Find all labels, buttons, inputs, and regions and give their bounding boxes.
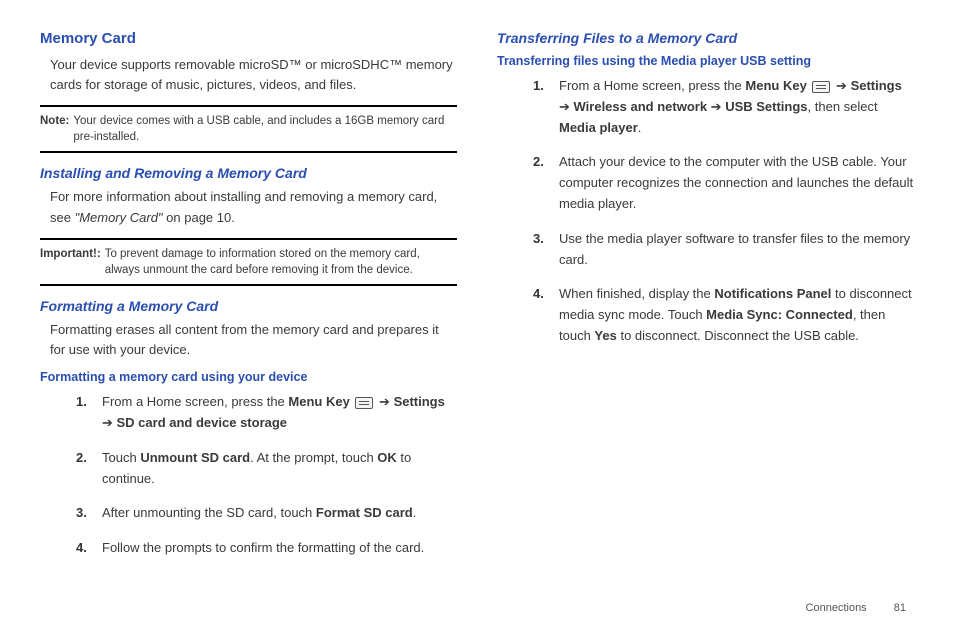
text: Attach your device to the computer with … [559,154,913,211]
important-box: Important!: To prevent damage to informa… [40,238,457,286]
unmount-label: Unmount SD card [140,450,250,465]
page-number: 81 [894,602,906,614]
text: , then select [808,99,878,114]
yes-label: Yes [594,328,616,343]
ok-label: OK [377,450,397,465]
text: . [638,120,642,135]
text: Touch [102,450,140,465]
text: Use the media player software to transfe… [559,231,910,267]
format-label: Format SD card [316,505,413,520]
step-4: Follow the prompts to confirm the format… [76,538,457,559]
text: on page 10. [163,210,235,225]
text: . At the prompt, touch [250,450,377,465]
text: When finished, display the [559,286,714,301]
menu-key-label: Menu Key [288,394,349,409]
arrow-icon: ➔ [832,78,850,93]
arrow-icon: ➔ [707,99,725,114]
settings-label: Settings [851,78,902,93]
settings-label: Settings [394,394,445,409]
note-label: Note: [40,113,73,145]
heading-transferring: Transferring Files to a Memory Card [497,30,914,46]
text: to disconnect. Disconnect the USB cable. [617,328,859,343]
heading-memory-card: Memory Card [40,30,457,47]
steps-formatting: From a Home screen, press the Menu Key ➔… [76,392,457,559]
intro-paragraph: Your device supports removable microSD™ … [50,55,457,95]
menu-key-icon [355,397,373,409]
para-installing: For more information about installing an… [50,187,457,227]
text: . [413,505,417,520]
heading-formatting: Formatting a Memory Card [40,298,457,314]
media-sync-label: Media Sync: Connected [706,307,853,322]
arrow-icon: ➔ [559,99,574,114]
arrow-icon: ➔ [375,394,393,409]
page-columns: Memory Card Your device supports removab… [40,30,914,573]
media-player-label: Media player [559,120,638,135]
note-box: Note: Your device comes with a USB cable… [40,105,457,153]
usb-settings-label: USB Settings [725,99,807,114]
subheading-usb-setting: Transferring files using the Media playe… [497,54,914,68]
step-1: From a Home screen, press the Menu Key ➔… [76,392,457,434]
menu-key-icon [812,81,830,93]
step-2: Touch Unmount SD card. At the prompt, to… [76,448,457,490]
sd-storage-label: SD card and device storage [117,415,288,430]
note-text: Your device comes with a USB cable, and … [73,113,457,145]
arrow-icon: ➔ [102,415,117,430]
notifications-panel-label: Notifications Panel [714,286,831,301]
step-1: From a Home screen, press the Menu Key ➔… [533,76,914,138]
text: From a Home screen, press the [102,394,288,409]
cross-ref: "Memory Card" [75,210,163,225]
step-4: When finished, display the Notifications… [533,284,914,346]
page-footer: Connections 81 [806,602,906,614]
heading-installing: Installing and Removing a Memory Card [40,165,457,181]
text: Follow the prompts to confirm the format… [102,540,424,555]
para-formatting: Formatting erases all content from the m… [50,320,457,360]
step-3: After unmounting the SD card, touch Form… [76,503,457,524]
important-text: To prevent damage to information stored … [105,246,457,278]
footer-section: Connections [806,602,867,614]
text: From a Home screen, press the [559,78,745,93]
text: After unmounting the SD card, touch [102,505,316,520]
menu-key-label: Menu Key [745,78,806,93]
right-column: Transferring Files to a Memory Card Tran… [497,30,914,573]
subheading-formatting-device: Formatting a memory card using your devi… [40,370,457,384]
important-label: Important!: [40,246,105,278]
step-2: Attach your device to the computer with … [533,152,914,214]
left-column: Memory Card Your device supports removab… [40,30,457,573]
wireless-label: Wireless and network [574,99,708,114]
step-3: Use the media player software to transfe… [533,229,914,271]
steps-transferring: From a Home screen, press the Menu Key ➔… [533,76,914,347]
